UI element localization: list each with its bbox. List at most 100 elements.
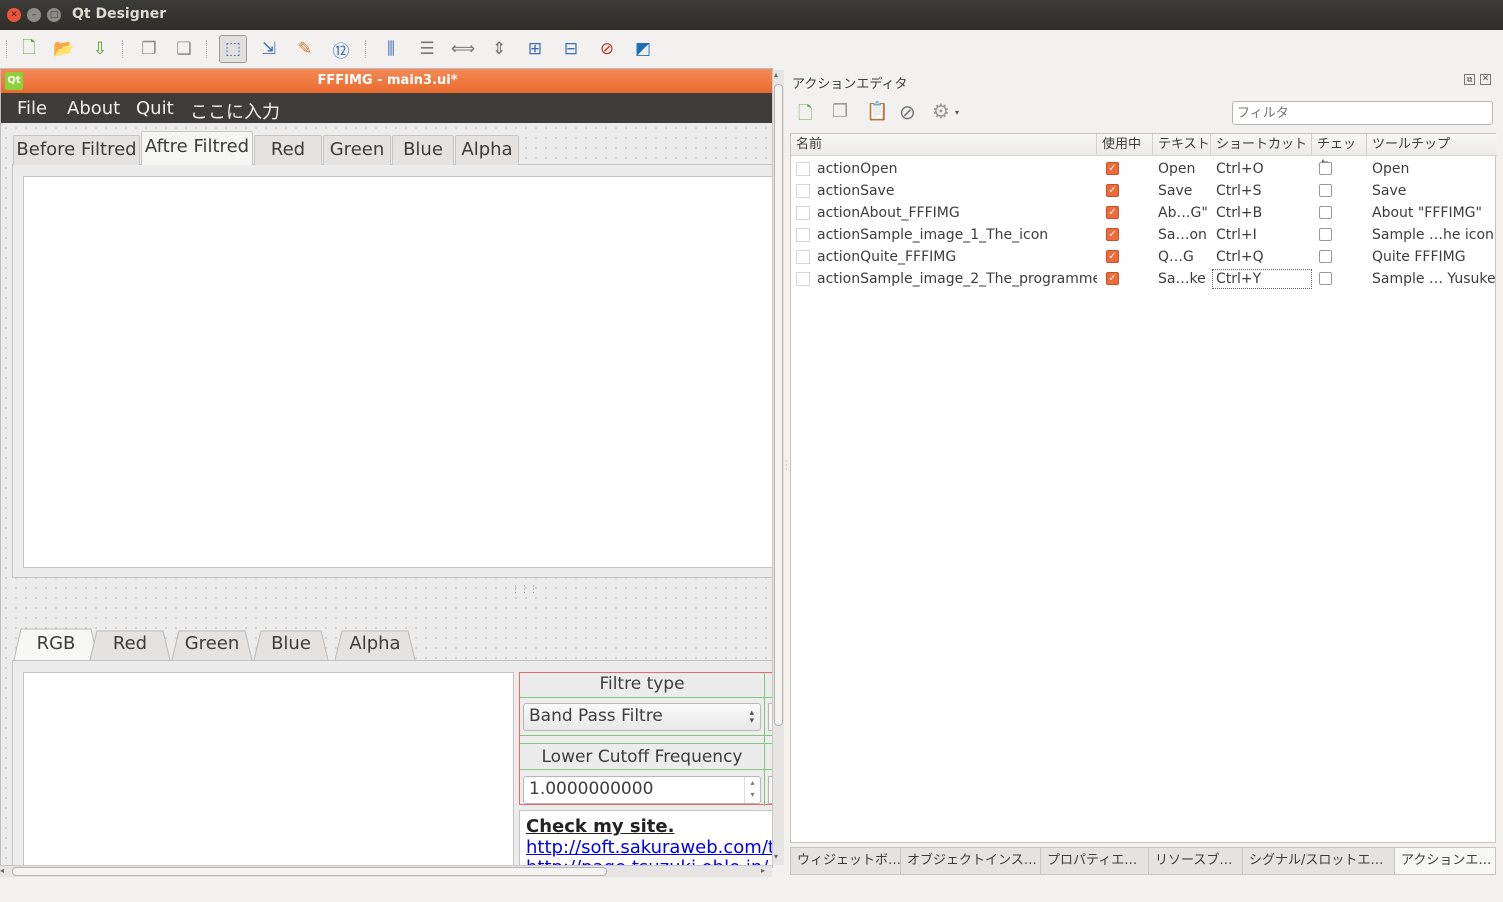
edit-buddies-icon[interactable]: ✎ — [291, 35, 319, 63]
site-link-1[interactable]: http://soft.sakuraweb.com/t — [526, 837, 772, 858]
menu-type-here[interactable]: ここに入力 — [190, 98, 280, 124]
panel-splitter-handle[interactable]: · · · — [785, 458, 788, 474]
spinbox-arrows-icon[interactable]: ▴ ▾ — [744, 777, 760, 803]
used-checkbox[interactable]: ✓ — [1106, 162, 1119, 175]
new-file-icon[interactable]: 🗋 — [15, 35, 43, 63]
action-shortcut-focused[interactable]: Ctrl+Y — [1212, 269, 1312, 289]
action-text: Sa…ke — [1158, 271, 1206, 287]
copy-action-icon[interactable]: ❐ — [832, 101, 848, 122]
bring-to-front-icon[interactable]: ❏ — [170, 35, 198, 63]
used-checkbox[interactable]: ✓ — [1106, 206, 1119, 219]
delete-action-icon[interactable]: ⊘ — [899, 100, 916, 124]
scroll-up-icon[interactable]: ▴ — [774, 70, 778, 79]
send-to-back-icon[interactable]: ❐ — [135, 35, 163, 63]
column-shortcut[interactable]: ショートカット — [1211, 134, 1312, 156]
edit-signals-icon[interactable]: ⇲ — [255, 35, 283, 63]
scroll-left-icon[interactable]: ◂ — [0, 866, 4, 875]
table-row[interactable]: actionSample_image_1_The_icon ✓ Sa…on Ct… — [791, 224, 1497, 246]
new-action-icon[interactable]: 🗋 — [798, 101, 812, 131]
checkable-checkbox[interactable] — [1319, 162, 1332, 175]
edit-widgets-icon[interactable]: ⬚ — [219, 35, 247, 63]
menu-quit[interactable]: Quit — [136, 98, 174, 119]
close-panel-icon[interactable]: ✕ — [1480, 74, 1491, 85]
checkable-checkbox[interactable] — [1319, 250, 1332, 263]
minimize-window-button[interactable]: – — [27, 8, 41, 22]
tab-green[interactable]: Green — [323, 135, 391, 165]
scroll-down-icon[interactable]: ▾ — [774, 852, 778, 861]
break-layout-icon[interactable]: ⊘ — [593, 35, 621, 63]
filtre-type-combobox[interactable]: Band Pass Filtre ▴ ▾ — [523, 703, 761, 731]
layout-h-splitter-icon[interactable]: ⟺ — [449, 35, 477, 63]
table-row[interactable]: actionAbout_FFFIMG ✓ Ab…G" Ctrl+B About … — [791, 202, 1497, 224]
column-tooltip[interactable]: ツールチップ — [1367, 134, 1497, 156]
used-checkbox[interactable]: ✓ — [1106, 272, 1119, 285]
dock-tab-widget-box[interactable]: ウィジェットボ… — [791, 848, 901, 874]
horizontal-scroll-thumb[interactable] — [12, 867, 607, 876]
column-used[interactable]: 使用中 — [1097, 134, 1153, 156]
form-horizontal-scrollbar[interactable]: ◂ ▸ — [0, 865, 772, 877]
filtered-image-view — [23, 176, 772, 568]
save-file-icon[interactable]: ⇩ — [86, 35, 114, 63]
tab-aftre-filtred[interactable]: Aftre Filtred — [141, 131, 253, 165]
tab-alpha-bottom[interactable]: Alpha — [334, 627, 416, 661]
form-vertical-scrollbar[interactable]: ▴ ▾ — [772, 70, 784, 865]
edit-tab-order-icon[interactable]: ⑫ — [327, 35, 355, 63]
main-toolbar: 🗋 📂 ⇩ ❐ ❏ ⬚ ⇲ ✎ ⑫ ⫼ ☰ ⟺ ⇕ ⊞ ⊟ ⊘ ◩ — [0, 30, 1503, 68]
action-shortcut: Ctrl+S — [1216, 183, 1262, 199]
tab-before-filtred[interactable]: Before Filtred — [13, 135, 140, 165]
adjust-size-icon[interactable]: ◩ — [629, 35, 657, 63]
column-checkable[interactable]: チェック — [1312, 134, 1367, 174]
checkable-checkbox[interactable] — [1319, 184, 1332, 197]
filter-controls-layout: Filtre type Band Pass Filtre ▴ ▾ Lower Cu… — [519, 672, 772, 806]
table-row[interactable]: actionOpen ✓ Open Ctrl+O Open — [791, 158, 1497, 180]
column-name[interactable]: 名前 — [791, 134, 1097, 156]
column-text[interactable]: テキスト — [1153, 134, 1211, 156]
float-panel-icon[interactable]: ⧉ — [1464, 74, 1475, 85]
filtre-type-label: Filtre type — [599, 674, 685, 694]
dock-tab-object-inspector[interactable]: オブジェクトインス… — [901, 848, 1041, 874]
layout-horizontal-icon[interactable]: ⫼ — [377, 35, 405, 63]
used-checkbox[interactable]: ✓ — [1106, 250, 1119, 263]
action-icon-placeholder — [796, 206, 810, 220]
table-row[interactable]: actionSave ✓ Save Ctrl+S Save — [791, 180, 1497, 202]
paste-action-icon[interactable]: 📋 — [866, 101, 888, 122]
tab-blue-bottom[interactable]: Blue — [253, 627, 329, 661]
vertical-scroll-thumb[interactable] — [774, 84, 783, 726]
close-window-button[interactable]: ✕ — [7, 8, 21, 22]
tab-rgb[interactable]: RGB — [13, 627, 99, 661]
splitter-handle-icon[interactable]: ⋮⋮⋮ — [511, 585, 538, 595]
action-tooltip: Sample … Yusuke — [1372, 271, 1496, 287]
menu-about[interactable]: About — [67, 98, 120, 119]
dock-tab-property-editor[interactable]: プロパティエ… — [1041, 848, 1149, 874]
table-row[interactable]: actionSample_image_2_The_programmer ✓ Sa… — [791, 268, 1497, 290]
tab-blue[interactable]: Blue — [392, 135, 454, 165]
dock-tab-bar: ウィジェットボ… オブジェクトインス… プロパティエ… リソースブ… シグナル/… — [790, 847, 1496, 875]
tab-red[interactable]: Red — [254, 135, 322, 165]
filter-input[interactable] — [1232, 101, 1493, 125]
layout-grid-icon[interactable]: ⊞ — [521, 35, 549, 63]
used-checkbox[interactable]: ✓ — [1106, 184, 1119, 197]
settings-dropdown-icon[interactable]: ▾ — [955, 108, 959, 117]
checkable-checkbox[interactable] — [1319, 272, 1332, 285]
dock-tab-signal-slot-editor[interactable]: シグナル/スロットエ… — [1243, 848, 1395, 874]
checkable-checkbox[interactable] — [1319, 228, 1332, 241]
used-checkbox[interactable]: ✓ — [1106, 228, 1119, 241]
dock-tab-resource-browser[interactable]: リソースブ… — [1149, 848, 1243, 874]
table-row[interactable]: actionQuite_FFFIMG ✓ Q…G Ctrl+Q Quite FF… — [791, 246, 1497, 268]
lower-cutoff-spinbox[interactable]: 1.0000000000 ▴ ▾ — [523, 776, 761, 804]
layout-form-icon[interactable]: ⊟ — [557, 35, 585, 63]
menu-file[interactable]: File — [17, 98, 47, 119]
action-text: Ab…G" — [1158, 205, 1208, 221]
tab-green-bottom[interactable]: Green — [171, 627, 253, 661]
scroll-right-icon[interactable]: ▸ — [761, 866, 765, 875]
open-file-icon[interactable]: 📂 — [50, 35, 78, 63]
layout-v-splitter-icon[interactable]: ⇕ — [485, 35, 513, 63]
checkable-checkbox[interactable] — [1319, 206, 1332, 219]
dock-tab-action-editor[interactable]: アクションエ… — [1395, 848, 1495, 874]
layout-vertical-icon[interactable]: ☰ — [413, 35, 441, 63]
action-text: Q…G — [1158, 249, 1194, 265]
maximize-window-button[interactable]: □ — [47, 8, 61, 22]
tab-alpha[interactable]: Alpha — [455, 135, 519, 165]
tab-red-bottom[interactable]: Red — [89, 627, 171, 661]
settings-gear-icon[interactable]: ⚙ — [932, 99, 950, 123]
